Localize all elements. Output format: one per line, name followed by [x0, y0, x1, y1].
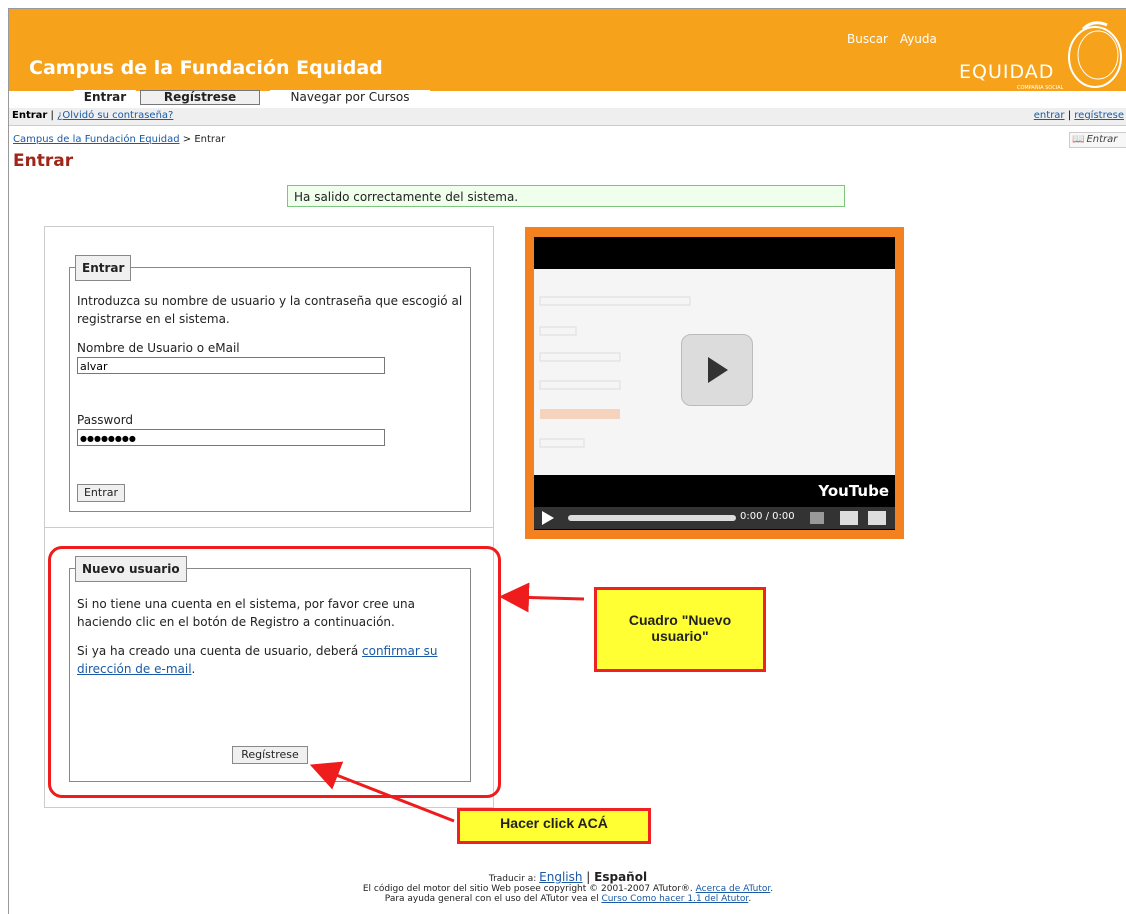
video-screen[interactable]	[534, 269, 895, 475]
password-label: Password	[77, 413, 134, 427]
video-frame: YouTube 0:00 / 0:00	[534, 237, 895, 530]
login-submit-button[interactable]: Entrar	[77, 484, 125, 502]
forgot-password-link[interactable]: ¿Olvidó su contraseña?	[57, 110, 173, 121]
video-player[interactable]: YouTube 0:00 / 0:00	[525, 227, 904, 539]
register-link[interactable]: regístrese	[1074, 110, 1124, 121]
play-icon[interactable]	[542, 511, 558, 525]
site-title: Campus de la Fundación Equidad	[29, 57, 383, 79]
translate-label: Traducir a:	[488, 874, 540, 884]
lang-spanish: Español	[594, 870, 648, 884]
annotation-new-user-line-2: usuario"	[651, 628, 709, 644]
annotation-new-user-line-1: Cuadro "Nuevo	[628, 612, 732, 628]
username-label: Nombre de Usuario o eMail	[77, 341, 240, 355]
lang-english-link[interactable]: English	[539, 870, 582, 884]
subnav-right-separator: |	[1064, 110, 1075, 121]
subnav-current: Entrar	[12, 110, 48, 121]
annotation-new-user-box: Cuadro "Nuevo usuario"	[594, 587, 766, 672]
copyright-text: El código del motor del sitio Web posee …	[362, 884, 696, 894]
play-icon	[708, 357, 728, 383]
fullscreen-small-icon[interactable]	[840, 511, 858, 525]
youtube-logo: YouTube	[818, 482, 889, 500]
footer-copyright: El código del motor del sitio Web posee …	[9, 884, 1126, 894]
login-legend: Entrar	[75, 255, 132, 281]
login-fieldset: Entrar Introduzca su nombre de usuario y…	[69, 255, 471, 512]
breadcrumb-current: Entrar	[194, 134, 226, 145]
video-time: 0:00 / 0:00	[740, 511, 795, 522]
expand-icon[interactable]	[868, 511, 886, 525]
login-link[interactable]: entrar	[1034, 110, 1065, 121]
page-title: Entrar	[13, 151, 74, 171]
password-input[interactable]: ●●●●●●●●	[77, 429, 385, 446]
subnav-separator: |	[47, 110, 58, 121]
entrar-shortcut-label: Entrar	[1086, 134, 1118, 145]
tab-entrar[interactable]: Entrar	[74, 90, 136, 105]
search-link[interactable]: Buscar	[847, 32, 888, 46]
help-text: Para ayuda general con el uso del ATutor…	[384, 894, 602, 904]
subnav-right: entrar | regístrese	[1034, 110, 1124, 121]
panel-divider	[45, 527, 493, 528]
copyright-period: .	[770, 884, 774, 894]
help-period: .	[748, 894, 752, 904]
feedback-message: Ha salido correctamente del sistema.	[287, 185, 845, 207]
logo-subtext: COMPAÑIA SOCIAL	[1017, 85, 1064, 91]
annotation-highlight-frame	[48, 546, 501, 798]
video-controls: 0:00 / 0:00	[534, 507, 895, 529]
play-overlay-button[interactable]	[681, 334, 753, 406]
about-atutor-link[interactable]: Acerca de ATutor	[696, 884, 771, 894]
footer-help: Para ayuda general con el uso del ATutor…	[9, 894, 1126, 904]
subnav-left: Entrar | ¿Olvidó su contraseña?	[12, 110, 173, 121]
sub-navigation: Entrar | ¿Olvidó su contraseña? entrar |…	[9, 108, 1126, 126]
annotation-click-here: Hacer click ACÁ	[457, 808, 651, 844]
login-intro-line-1: Introduzca su nombre de usuario y la con…	[77, 294, 463, 308]
tab-registrese[interactable]: Regístrese	[140, 90, 260, 105]
top-links: Buscar Ayuda	[847, 32, 945, 46]
language-selector: Traducir a: English | Español	[9, 870, 1126, 884]
site-footer: Traducir a: English | Español El código …	[9, 870, 1126, 904]
site-header: Campus de la Fundación Equidad Buscar Ay…	[9, 9, 1126, 91]
help-link[interactable]: Ayuda	[900, 32, 937, 46]
seek-bar[interactable]	[568, 515, 736, 521]
equidad-logo: EQUIDAD COMPAÑIA SOCIAL	[955, 17, 1125, 91]
atutor-course-link[interactable]: Curso Como hacer 1.1 del Atutor	[601, 894, 748, 904]
logo-text: EQUIDAD	[959, 61, 1055, 83]
page-frame: Campus de la Fundación Equidad Buscar Ay…	[8, 8, 1126, 914]
volume-icon[interactable]	[810, 512, 824, 524]
login-intro-line-2: registrarse en el sistema.	[77, 312, 230, 326]
entrar-shortcut-button[interactable]: 📖 Entrar	[1069, 132, 1126, 148]
breadcrumb: Campus de la Fundación Equidad > Entrar	[13, 134, 225, 145]
tab-navegar-cursos[interactable]: Navegar por Cursos	[270, 90, 430, 105]
breadcrumb-separator: >	[179, 134, 195, 145]
lang-separator: |	[582, 870, 595, 884]
breadcrumb-home-link[interactable]: Campus de la Fundación Equidad	[13, 134, 180, 145]
username-input[interactable]: alvar	[77, 357, 385, 374]
book-icon: 📖	[1072, 134, 1085, 145]
